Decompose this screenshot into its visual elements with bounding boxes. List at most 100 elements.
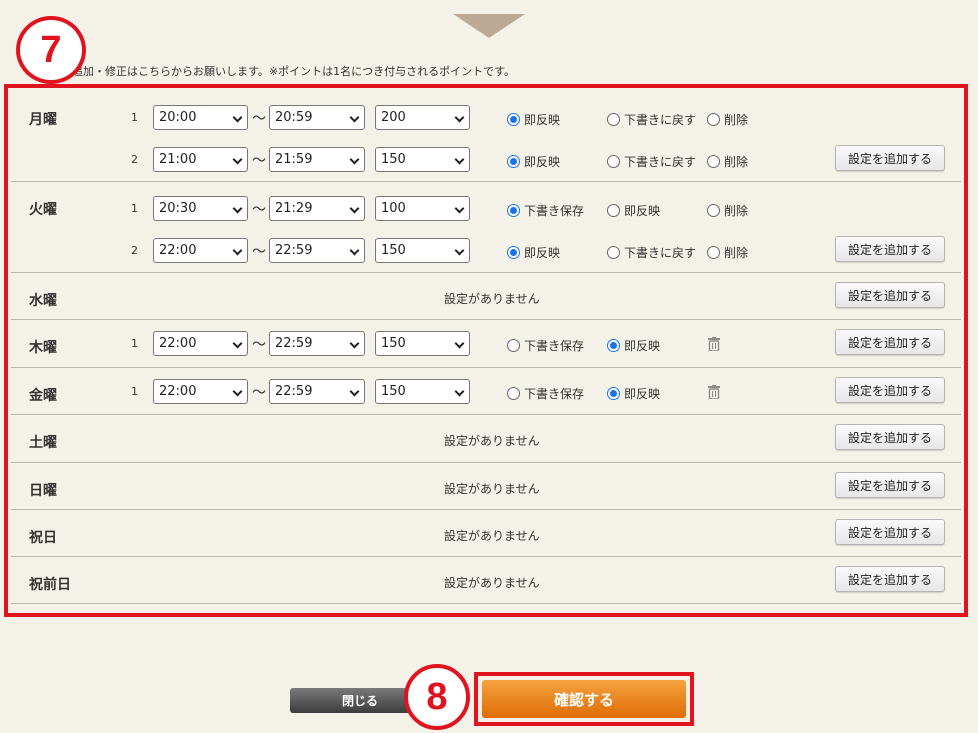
add-setting-button[interactable]: 設定を追加する (835, 424, 945, 450)
end-time-select[interactable]: 22:59 (269, 238, 365, 263)
day-label: 祝日 (29, 530, 57, 546)
entry-number: 1 (131, 202, 138, 215)
end-time-select[interactable]: 22:59 (269, 379, 365, 404)
day-row: 木曜 1 22:00 22:59 150 〜 下書き保存 即反映 設定を追加する (11, 320, 961, 368)
chevron-down-icon (349, 245, 360, 256)
end-time-select[interactable]: 22:59 (269, 331, 365, 356)
chevron-down-icon (349, 203, 360, 214)
range-separator: 〜 (252, 385, 266, 401)
points-select[interactable]: 150 (375, 379, 470, 404)
day-row: 火曜 1 20:30 21:29 100 〜下書き保存 即反映 削除 2 22:00 22:59 15… (11, 182, 961, 273)
status-radio[interactable]: 削除 (707, 153, 748, 170)
points-select[interactable]: 150 (375, 331, 470, 356)
chevron-down-icon (349, 386, 360, 397)
day-row: 土曜 設定がありません 設定を追加する (11, 415, 961, 463)
start-time-select[interactable]: 21:00 (153, 147, 248, 172)
radio-label: 下書き保存 (524, 339, 585, 353)
chevron-down-icon (349, 112, 360, 123)
chevron-down-icon (349, 338, 360, 349)
radio-label: 下書きに戻す (624, 113, 697, 127)
radio-label: 削除 (724, 246, 749, 260)
radio-indicator (707, 204, 720, 217)
radio-label: 下書き保存 (524, 387, 585, 401)
weekly-schedule: 月曜 1 20:00 20:59 200 〜即反映 下書きに戻す 削除 2 21:00 21:59 1… (11, 91, 961, 604)
chevron-down-icon (454, 386, 465, 397)
start-time-select-value: 22:00 (159, 243, 197, 258)
status-radio[interactable]: 即反映 (607, 202, 660, 219)
day-row: 月曜 1 20:00 20:59 200 〜即反映 下書きに戻す 削除 2 21:00 21:59 1… (11, 91, 961, 182)
radio-indicator (507, 113, 520, 126)
entry-number: 2 (131, 244, 138, 257)
start-time-select[interactable]: 20:00 (153, 105, 248, 130)
status-radio[interactable]: 削除 (707, 244, 748, 261)
start-time-select-value: 22:00 (159, 336, 197, 351)
end-time-select-value: 21:29 (275, 201, 313, 216)
status-radio[interactable]: 下書き保存 (507, 337, 584, 354)
status-radio[interactable]: 下書きに戻す (607, 111, 696, 128)
status-radio[interactable]: 即反映 (607, 385, 660, 402)
range-separator: 〜 (252, 153, 266, 169)
status-radio[interactable]: 即反映 (507, 153, 560, 170)
end-time-select-value: 22:59 (275, 384, 313, 399)
add-setting-button[interactable]: 設定を追加する (835, 377, 945, 403)
start-time-select[interactable]: 22:00 (153, 238, 248, 263)
radio-label: 即反映 (524, 155, 561, 169)
status-radio[interactable]: 即反映 (507, 244, 560, 261)
radio-label: 即反映 (524, 246, 561, 260)
points-select[interactable]: 100 (375, 196, 470, 221)
chevron-down-icon (232, 203, 243, 214)
points-select[interactable]: 150 (375, 147, 470, 172)
add-setting-button[interactable]: 設定を追加する (835, 329, 945, 355)
trash-icon[interactable] (708, 336, 720, 352)
entry-number: 2 (131, 153, 138, 166)
add-setting-button[interactable]: 設定を追加する (835, 472, 945, 498)
end-time-select[interactable]: 20:59 (269, 105, 365, 130)
radio-label: 削除 (724, 155, 749, 169)
status-radio[interactable]: 下書き保存 (507, 202, 584, 219)
day-label: 祝前日 (29, 577, 71, 593)
radio-indicator (707, 246, 720, 259)
down-arrow-indicator (453, 14, 525, 38)
start-time-select-value: 20:00 (159, 110, 197, 125)
start-time-select[interactable]: 20:30 (153, 196, 248, 221)
start-time-select[interactable]: 22:00 (153, 331, 248, 356)
radio-indicator (607, 387, 620, 400)
points-select[interactable]: 200 (375, 105, 470, 130)
chevron-down-icon (454, 112, 465, 123)
step-badge-7: 7 (16, 16, 86, 84)
status-radio[interactable]: 削除 (707, 111, 748, 128)
radio-label: 下書き保存 (524, 204, 585, 218)
radio-indicator (607, 113, 620, 126)
day-label: 火曜 (29, 202, 57, 218)
chevron-down-icon (349, 154, 360, 165)
add-setting-button[interactable]: 設定を追加する (835, 282, 945, 308)
end-time-select[interactable]: 21:59 (269, 147, 365, 172)
confirm-button[interactable]: 確認する (482, 680, 686, 718)
end-time-select-value: 20:59 (275, 110, 313, 125)
start-time-select[interactable]: 22:00 (153, 379, 248, 404)
status-radio[interactable]: 下書き保存 (507, 385, 584, 402)
trash-icon[interactable] (708, 384, 720, 400)
day-row: 祝前日 設定がありません 設定を追加する (11, 557, 961, 604)
status-radio[interactable]: 下書きに戻す (607, 153, 696, 170)
step8-highlight: 確認する (474, 672, 694, 726)
status-radio[interactable]: 下書きに戻す (607, 244, 696, 261)
no-setting-text: 設定がありません (444, 576, 540, 590)
day-label: 金曜 (29, 388, 57, 404)
add-setting-button[interactable]: 設定を追加する (835, 145, 945, 171)
radio-label: 下書きに戻す (624, 246, 697, 260)
radio-label: 即反映 (624, 387, 661, 401)
radio-label: 削除 (724, 204, 749, 218)
status-radio[interactable]: 即反映 (607, 337, 660, 354)
range-separator: 〜 (252, 111, 266, 127)
points-select[interactable]: 150 (375, 238, 470, 263)
points-select-value: 200 (381, 110, 406, 125)
status-radio[interactable]: 即反映 (507, 111, 560, 128)
add-setting-button[interactable]: 設定を追加する (835, 566, 945, 592)
status-radio[interactable]: 削除 (707, 202, 748, 219)
chevron-down-icon (232, 112, 243, 123)
add-setting-button[interactable]: 設定を追加する (835, 519, 945, 545)
add-setting-button[interactable]: 設定を追加する (835, 236, 945, 262)
end-time-select[interactable]: 21:29 (269, 196, 365, 221)
points-select-value: 150 (381, 384, 406, 399)
